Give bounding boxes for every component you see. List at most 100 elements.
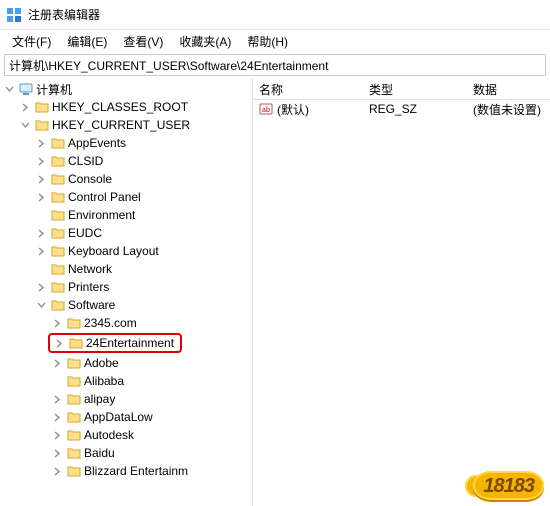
value-type: REG_SZ bbox=[363, 102, 467, 116]
folder-icon bbox=[66, 315, 82, 331]
tree-24entertainment[interactable]: 24Entertainment bbox=[0, 332, 252, 354]
chevron-right-icon[interactable] bbox=[34, 136, 48, 150]
tree-label: Console bbox=[68, 172, 112, 186]
folder-icon bbox=[50, 225, 66, 241]
tree-label: Environment bbox=[68, 208, 135, 222]
address-text: 计算机\HKEY_CURRENT_USER\Software\24Enterta… bbox=[9, 57, 328, 74]
tree-label: Autodesk bbox=[84, 428, 134, 442]
tree-hkcu[interactable]: HKEY_CURRENT_USER bbox=[0, 116, 252, 134]
chevron-right-icon[interactable] bbox=[50, 446, 64, 460]
tree-label: AppEvents bbox=[68, 136, 126, 150]
tree-label: Blizzard Entertainm bbox=[84, 464, 188, 478]
folder-icon bbox=[66, 391, 82, 407]
tree-printers[interactable]: Printers bbox=[0, 278, 252, 296]
chevron-right-icon[interactable] bbox=[50, 392, 64, 406]
tree-console[interactable]: Console bbox=[0, 170, 252, 188]
tree-label: EUDC bbox=[68, 226, 102, 240]
tree-label: Adobe bbox=[84, 356, 119, 370]
folder-icon bbox=[50, 171, 66, 187]
tree-label: Baidu bbox=[84, 446, 115, 460]
tree-root-computer[interactable]: 计算机 bbox=[0, 80, 252, 98]
titlebar: 注册表编辑器 bbox=[0, 0, 550, 30]
tree-keyboard[interactable]: Keyboard Layout bbox=[0, 242, 252, 260]
tree-hkcr[interactable]: HKEY_CLASSES_ROOT bbox=[0, 98, 252, 116]
folder-icon bbox=[50, 153, 66, 169]
tree-autodesk[interactable]: Autodesk bbox=[0, 426, 252, 444]
tree-label: HKEY_CLASSES_ROOT bbox=[52, 100, 188, 114]
tree-panel[interactable]: 计算机 HKEY_CLASSES_ROOT HKEY_CURRENT_USER … bbox=[0, 78, 253, 506]
chevron-right-icon[interactable] bbox=[50, 316, 64, 330]
folder-icon bbox=[50, 189, 66, 205]
tree-label: HKEY_CURRENT_USER bbox=[52, 118, 190, 132]
chevron-right-icon[interactable] bbox=[34, 226, 48, 240]
list-header: 名称 类型 数据 bbox=[253, 78, 550, 100]
tree-appdatalow[interactable]: AppDataLow bbox=[0, 408, 252, 426]
tree-baidu[interactable]: Baidu bbox=[0, 444, 252, 462]
computer-icon bbox=[18, 81, 34, 97]
value-name: (默认) bbox=[277, 101, 309, 118]
chevron-right-icon[interactable] bbox=[34, 154, 48, 168]
column-type[interactable]: 类型 bbox=[363, 78, 467, 99]
tree-label: Network bbox=[68, 262, 112, 276]
menu-favorites[interactable]: 收藏夹(A) bbox=[171, 31, 239, 52]
tree-software[interactable]: Software bbox=[0, 296, 252, 314]
tree-eudc[interactable]: EUDC bbox=[0, 224, 252, 242]
chevron-right-icon[interactable] bbox=[50, 356, 64, 370]
chevron-right-icon[interactable] bbox=[50, 464, 64, 478]
chevron-right-icon[interactable] bbox=[34, 172, 48, 186]
folder-icon bbox=[50, 135, 66, 151]
tree-blizzard[interactable]: Blizzard Entertainm bbox=[0, 462, 252, 480]
chevron-right-icon[interactable] bbox=[50, 428, 64, 442]
tree-controlpanel[interactable]: Control Panel bbox=[0, 188, 252, 206]
regedit-icon bbox=[6, 7, 22, 23]
menu-edit[interactable]: 编辑(E) bbox=[59, 31, 115, 52]
folder-icon bbox=[50, 207, 66, 223]
tree-appevents[interactable]: AppEvents bbox=[0, 134, 252, 152]
string-value-icon: ab bbox=[259, 102, 273, 116]
tree-alibaba[interactable]: Alibaba bbox=[0, 372, 252, 390]
folder-icon bbox=[68, 335, 84, 351]
chevron-right-icon[interactable] bbox=[34, 280, 48, 294]
tree-clsid[interactable]: CLSID bbox=[0, 152, 252, 170]
folder-icon bbox=[50, 297, 66, 313]
chevron-right-icon[interactable] bbox=[18, 100, 32, 114]
tree-adobe[interactable]: Adobe bbox=[0, 354, 252, 372]
tree-label: Alibaba bbox=[84, 374, 124, 388]
values-panel[interactable]: 名称 类型 数据 ab (默认) REG_SZ (数值未设置) bbox=[253, 78, 550, 506]
window-title: 注册表编辑器 bbox=[28, 6, 100, 23]
folder-icon bbox=[66, 427, 82, 443]
tree-label: alipay bbox=[84, 392, 115, 406]
folder-icon bbox=[66, 445, 82, 461]
value-name-cell: ab (默认) bbox=[253, 101, 363, 118]
folder-icon bbox=[34, 117, 50, 133]
chevron-right-icon[interactable] bbox=[50, 410, 64, 424]
address-bar[interactable]: 计算机\HKEY_CURRENT_USER\Software\24Enterta… bbox=[4, 54, 546, 76]
chevron-right-icon[interactable] bbox=[52, 336, 66, 350]
tree-label: Keyboard Layout bbox=[68, 244, 159, 258]
list-row[interactable]: ab (默认) REG_SZ (数值未设置) bbox=[253, 100, 550, 118]
watermark-18183: 18183 bbox=[473, 471, 544, 500]
tree-label: 24Entertainment bbox=[86, 336, 178, 350]
column-name[interactable]: 名称 bbox=[253, 78, 363, 99]
chevron-right-icon[interactable] bbox=[34, 190, 48, 204]
menubar: 文件(F) 编辑(E) 查看(V) 收藏夹(A) 帮助(H) bbox=[0, 30, 550, 52]
menu-view[interactable]: 查看(V) bbox=[115, 31, 171, 52]
content-area: 计算机 HKEY_CLASSES_ROOT HKEY_CURRENT_USER … bbox=[0, 78, 550, 506]
folder-icon bbox=[50, 261, 66, 277]
menu-file[interactable]: 文件(F) bbox=[4, 31, 59, 52]
menu-help[interactable]: 帮助(H) bbox=[239, 31, 296, 52]
column-data[interactable]: 数据 bbox=[467, 78, 550, 99]
tree-2345[interactable]: 2345.com bbox=[0, 314, 252, 332]
tree-environment[interactable]: Environment bbox=[0, 206, 252, 224]
chevron-down-icon[interactable] bbox=[2, 82, 16, 96]
chevron-down-icon[interactable] bbox=[18, 118, 32, 132]
folder-icon bbox=[66, 463, 82, 479]
chevron-down-icon[interactable] bbox=[34, 298, 48, 312]
folder-icon bbox=[50, 279, 66, 295]
tree-label: 2345.com bbox=[84, 316, 137, 330]
chevron-right-icon[interactable] bbox=[34, 244, 48, 258]
tree-network[interactable]: Network bbox=[0, 260, 252, 278]
highlight-annotation: 24Entertainment bbox=[48, 333, 182, 353]
tree-alipay[interactable]: alipay bbox=[0, 390, 252, 408]
folder-icon bbox=[66, 409, 82, 425]
